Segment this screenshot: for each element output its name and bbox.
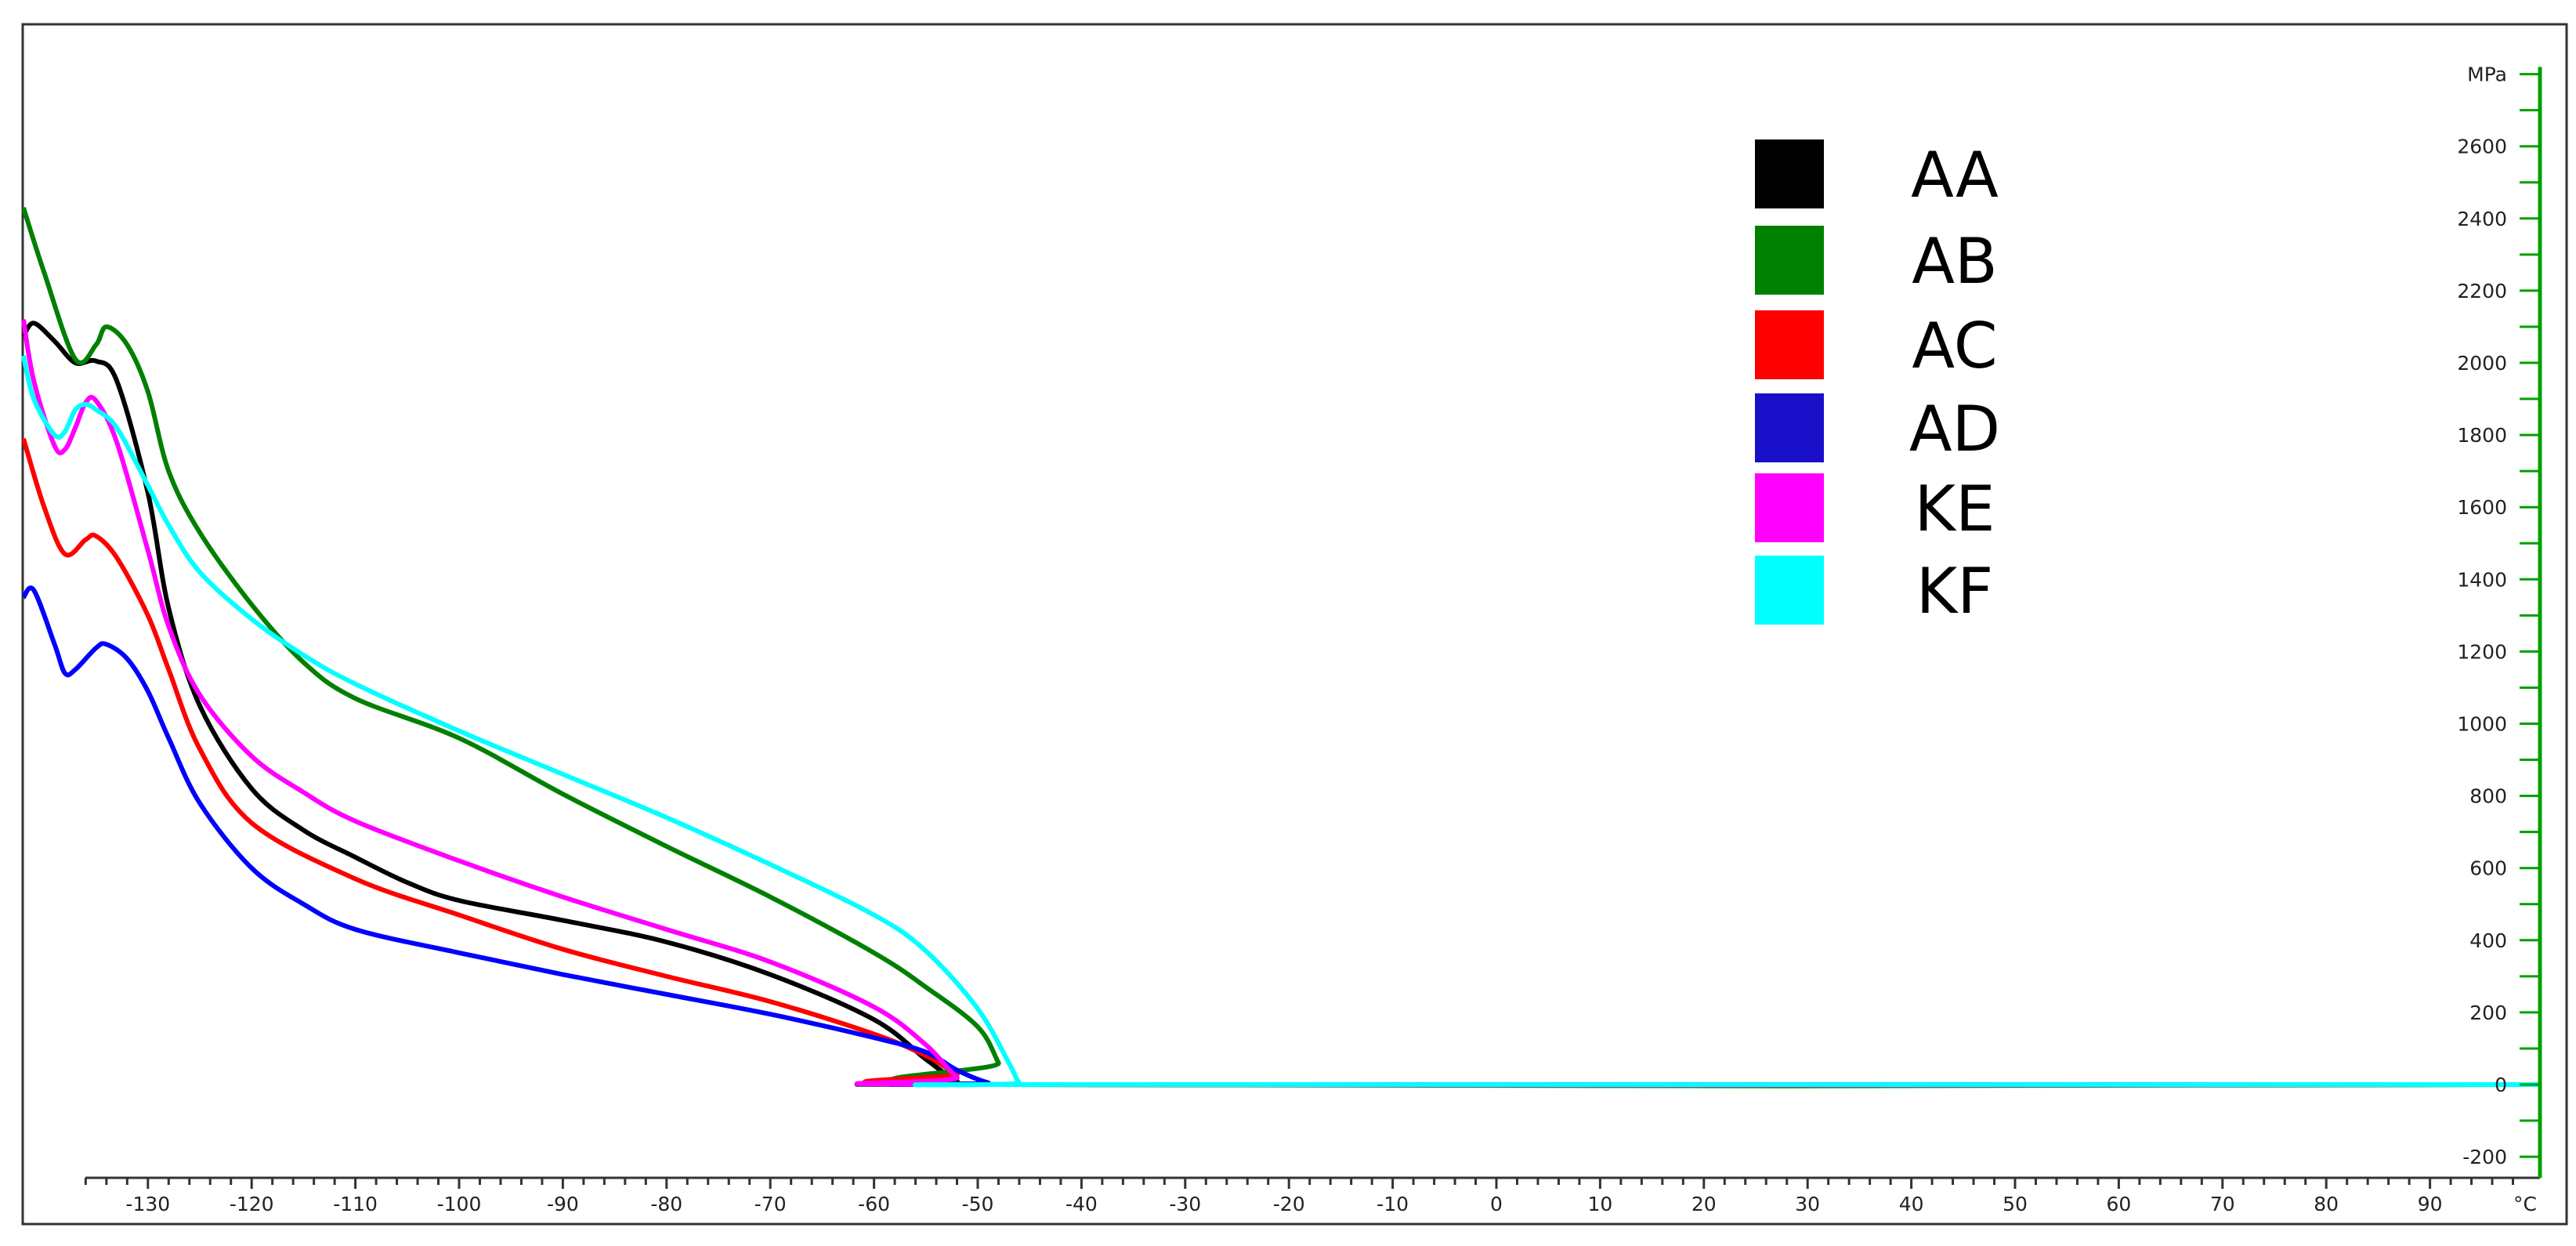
legend-swatch xyxy=(1755,473,1824,542)
y-tick-label: 1600 xyxy=(2457,496,2507,519)
y-tick-label: 1400 xyxy=(2457,568,2507,591)
legend-label: AC xyxy=(1912,310,1997,382)
x-tick-label: 40 xyxy=(1899,1193,1924,1215)
y-tick-label: 2600 xyxy=(2457,136,2507,158)
plot-frame xyxy=(21,23,2568,1226)
legend-label: KE xyxy=(1914,473,1995,545)
x-tick-label: 80 xyxy=(2314,1193,2339,1215)
x-tick-label: -60 xyxy=(858,1193,890,1215)
x-tick-label: -110 xyxy=(333,1193,378,1215)
x-tick-label: -40 xyxy=(1065,1193,1098,1215)
x-tick-label: -100 xyxy=(437,1193,482,1215)
legend-label: KF xyxy=(1916,555,1993,628)
x-tick-label: 90 xyxy=(2418,1193,2443,1215)
y-tick-label: 1000 xyxy=(2457,713,2507,736)
x-tick-label: 60 xyxy=(2106,1193,2131,1215)
y-tick-label: 800 xyxy=(2469,785,2507,808)
x-tick-label: -90 xyxy=(547,1193,579,1215)
y-tick-label: 400 xyxy=(2469,929,2507,952)
x-tick-label: -80 xyxy=(650,1193,682,1215)
x-tick-label: -20 xyxy=(1273,1193,1305,1215)
x-tick-label: 10 xyxy=(1587,1193,1612,1215)
x-tick-label: -130 xyxy=(125,1193,170,1215)
y-axis-unit-label: MPa xyxy=(2467,63,2507,86)
y-tick-label: 600 xyxy=(2469,857,2507,880)
legend-swatch xyxy=(1755,139,1824,208)
x-tick-label: -30 xyxy=(1169,1193,1201,1215)
legend-swatch xyxy=(1755,310,1824,379)
legend-label: AB xyxy=(1912,225,1998,298)
y-tick-label: 1200 xyxy=(2457,640,2507,663)
x-tick-label: 30 xyxy=(1795,1193,1820,1215)
legend-swatch xyxy=(1755,556,1824,625)
x-tick-label: 20 xyxy=(1691,1193,1717,1215)
y-tick-label: 2000 xyxy=(2457,352,2507,375)
y-tick-label: 2400 xyxy=(2457,208,2507,230)
legend-swatch xyxy=(1755,393,1824,462)
legend-label: AA xyxy=(1911,139,1999,212)
x-tick-label: 0 xyxy=(1490,1193,1503,1215)
x-tick-label: -70 xyxy=(754,1193,787,1215)
y-tick-label: 200 xyxy=(2469,1002,2507,1024)
x-tick-label: -120 xyxy=(230,1193,274,1215)
x-tick-label: 70 xyxy=(2210,1193,2235,1215)
x-axis-unit-label: °C xyxy=(2513,1193,2537,1215)
x-tick-label: -10 xyxy=(1377,1193,1409,1215)
y-tick-label: 0 xyxy=(2495,1074,2507,1096)
x-tick-label: -50 xyxy=(962,1193,994,1215)
y-tick-label: 2200 xyxy=(2457,280,2507,302)
chart: -130 -120 -110 -100 -90 -80 -70 -60 -50 -40 -30 -20… xyxy=(20,23,2568,1226)
y-tick-label: -200 xyxy=(2462,1146,2507,1168)
x-tick-label: 50 xyxy=(2003,1193,2028,1215)
legend-label: AD xyxy=(1909,393,2000,465)
legend-swatch xyxy=(1755,226,1824,295)
y-tick-label: 1800 xyxy=(2457,424,2507,447)
